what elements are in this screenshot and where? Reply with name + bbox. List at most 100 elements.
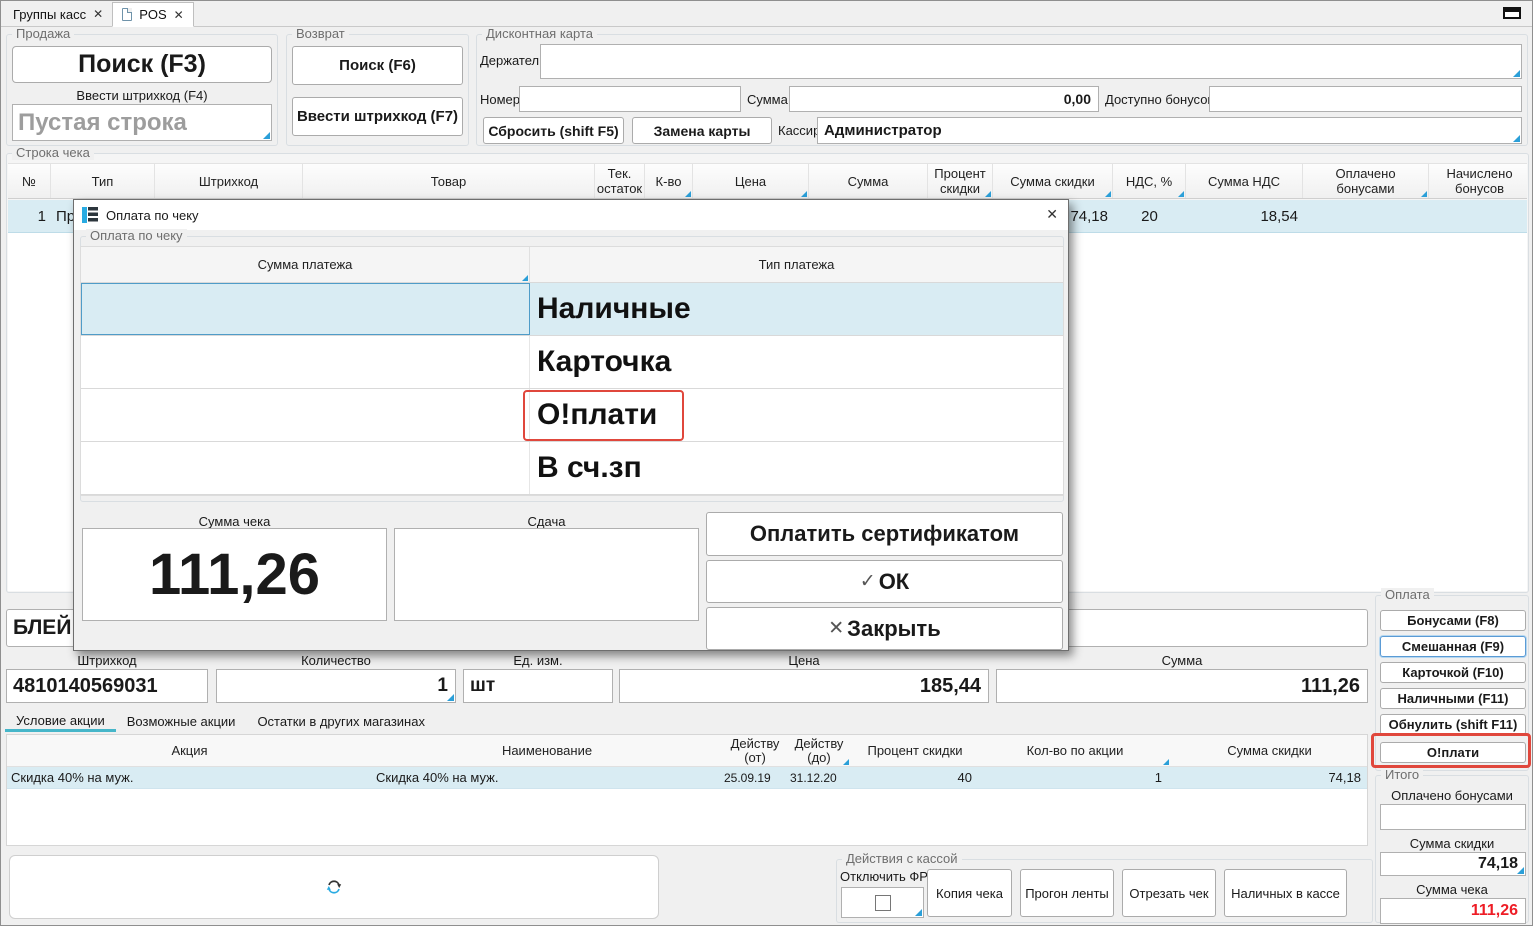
- receipt-total-label: Сумма чека: [1376, 882, 1528, 897]
- bonus-available-field-wrap: [1209, 86, 1522, 112]
- receipt-lines-title: Строка чека: [12, 146, 94, 160]
- refund-barcode-button[interactable]: Ввести штрихкод (F7): [292, 97, 463, 136]
- disable-fr-field: [841, 887, 924, 918]
- card-reset-button[interactable]: Сбросить (shift F5): [483, 117, 624, 144]
- paid-bonus-field-wrap: [1380, 804, 1526, 830]
- sale-barcode-label: Ввести штрихкод (F4): [7, 88, 277, 103]
- pay-reset-button[interactable]: Обнулить (shift F11): [1380, 714, 1526, 735]
- payment-row-card[interactable]: Карточка: [81, 336, 1063, 389]
- close-icon[interactable]: ✕: [174, 8, 184, 22]
- tab-pos[interactable]: POS ✕: [112, 2, 194, 27]
- promo-table-header: Акция Наименование Действу (от) Действу …: [7, 735, 1367, 767]
- close-icon[interactable]: ✕: [1046, 206, 1058, 223]
- payment-dialog: Оплата по чеку ✕ Оплата по чеку Сумма пл…: [73, 199, 1069, 651]
- payment-sum-cell[interactable]: [81, 389, 530, 441]
- cut-receipt-button[interactable]: Отрезать чек: [1122, 869, 1216, 917]
- col-promo-discount-pct[interactable]: Процент скидки: [850, 735, 980, 766]
- payment-row-cash[interactable]: Наличные: [81, 283, 1063, 336]
- discount-card-group: Дисконтная карта Держатель Номер Сумма 0…: [476, 34, 1528, 146]
- card-number-input[interactable]: [520, 87, 740, 111]
- sum-value-field: 111,26: [996, 669, 1368, 703]
- sale-barcode-field-wrap: [12, 104, 272, 141]
- receipt-copy-button[interactable]: Копия чека: [927, 869, 1012, 917]
- paid-bonus-label: Оплачено бонусами: [1376, 788, 1528, 803]
- tab-possible-promos[interactable]: Возможные акции: [116, 711, 247, 732]
- col-payment-type[interactable]: Тип платежа: [530, 247, 1063, 282]
- col-valid-to[interactable]: Действу (до): [788, 735, 850, 766]
- dialog-close-button[interactable]: ✕ Закрыть: [706, 607, 1063, 650]
- col-payment-sum[interactable]: Сумма платежа: [81, 247, 530, 282]
- cell-paid-bonus: [1303, 200, 1429, 232]
- sale-search-button[interactable]: Поиск (F3): [12, 46, 272, 83]
- pay-certificate-button[interactable]: Оплатить сертификатом: [706, 512, 1063, 556]
- status-panel: [9, 855, 659, 919]
- cash-in-drawer-button[interactable]: Наличных в кассе: [1224, 869, 1347, 917]
- sale-group: Продажа Поиск (F3) Ввести штрихкод (F4): [6, 34, 278, 146]
- tab-promo-conditions[interactable]: Условие акции: [5, 711, 116, 732]
- dialog-title-bar[interactable]: Оплата по чеку ✕: [74, 200, 1068, 230]
- col-type[interactable]: Тип: [51, 164, 155, 198]
- payment-sum-cell[interactable]: [81, 442, 530, 494]
- sale-group-title: Продажа: [12, 27, 74, 41]
- refund-search-button[interactable]: Поиск (F6): [292, 46, 463, 85]
- card-sum-label: Сумма: [747, 92, 788, 107]
- refund-group-title: Возврат: [292, 27, 349, 41]
- totals-group: Итого Оплачено бонусами Сумма скидки 74,…: [1375, 775, 1529, 923]
- col-promo[interactable]: Акция: [7, 735, 372, 766]
- x-icon: ✕: [828, 617, 844, 640]
- cell-promo: Скидка 40% на муж.: [7, 767, 372, 788]
- col-accrued-bonus[interactable]: Начислено бонусов: [1429, 164, 1530, 198]
- tab-cash-groups[interactable]: Группы касс ✕: [4, 2, 112, 26]
- col-stock[interactable]: Тек. остаток: [595, 164, 645, 198]
- pay-cash-button[interactable]: Наличными (F11): [1380, 688, 1526, 709]
- card-replace-button[interactable]: Замена карты: [632, 117, 772, 144]
- card-sum-field[interactable]: 0,00: [789, 86, 1099, 112]
- col-num[interactable]: №: [8, 164, 51, 198]
- disable-fr-checkbox[interactable]: [875, 895, 891, 911]
- totals-group-title: Итого: [1381, 768, 1423, 782]
- paid-bonus-input[interactable]: [1381, 805, 1525, 829]
- disable-fr-label: Отключить ФР: [840, 869, 928, 884]
- col-qty[interactable]: К-во: [645, 164, 693, 198]
- pay-bonus-button[interactable]: Бонусами (F8): [1380, 610, 1526, 631]
- col-price[interactable]: Цена: [693, 164, 809, 198]
- col-promo-name[interactable]: Наименование: [372, 735, 722, 766]
- col-promo-discount-sum[interactable]: Сумма скидки: [1170, 735, 1369, 766]
- col-vat-pct[interactable]: НДС, %: [1113, 164, 1186, 198]
- col-product[interactable]: Товар: [303, 164, 595, 198]
- cash-actions-title: Действия с кассой: [842, 852, 962, 866]
- col-sum[interactable]: Сумма: [809, 164, 928, 198]
- number-label: Номер: [480, 92, 520, 107]
- sale-barcode-input[interactable]: [13, 105, 271, 140]
- holder-input[interactable]: [541, 45, 1521, 78]
- dialog-total-label: Сумма чека: [82, 514, 387, 529]
- col-valid-from[interactable]: Действу (от): [722, 735, 788, 766]
- price-value-field: 185,44: [619, 669, 989, 703]
- pay-card-button[interactable]: Карточкой (F10): [1380, 662, 1526, 683]
- payment-sum-cell[interactable]: [81, 283, 530, 335]
- col-discount-pct[interactable]: Процент скидки: [928, 164, 993, 198]
- cell-vat-sum: 18,54: [1186, 200, 1303, 232]
- payment-row-salary[interactable]: В сч.зп: [81, 442, 1063, 495]
- col-paid-bonus[interactable]: Оплачено бонусами: [1303, 164, 1429, 198]
- cash-actions-group: Действия с кассой Отключить ФР Копия чек…: [836, 859, 1373, 923]
- col-discount-sum[interactable]: Сумма скидки: [993, 164, 1113, 198]
- maximize-window-icon[interactable]: [1503, 7, 1521, 19]
- tape-feed-button[interactable]: Прогон ленты: [1020, 869, 1114, 917]
- ok-button[interactable]: ✓ ОК: [706, 560, 1063, 603]
- cashier-field[interactable]: Администратор: [817, 117, 1522, 144]
- close-icon[interactable]: ✕: [93, 7, 103, 21]
- cashier-label: Кассир: [778, 123, 820, 138]
- tab-other-stores-stock[interactable]: Остатки в других магазинах: [246, 711, 436, 732]
- promo-row[interactable]: Скидка 40% на муж. Скидка 40% на муж. 25…: [7, 767, 1367, 789]
- col-promo-qty[interactable]: Кол-во по акции: [980, 735, 1170, 766]
- col-barcode[interactable]: Штрихкод: [155, 164, 303, 198]
- qty-value-field[interactable]: 1: [216, 669, 456, 703]
- pay-mixed-button[interactable]: Смешанная (F9): [1380, 636, 1526, 657]
- refund-group: Возврат Поиск (F6) Ввести штрихкод (F7): [286, 34, 469, 146]
- col-vat-sum[interactable]: Сумма НДС: [1186, 164, 1303, 198]
- bonus-available-input[interactable]: [1210, 87, 1521, 111]
- payment-sum-cell[interactable]: [81, 336, 530, 388]
- cell-vat-pct: 20: [1113, 200, 1186, 232]
- dialog-change-label: Сдача: [394, 514, 699, 529]
